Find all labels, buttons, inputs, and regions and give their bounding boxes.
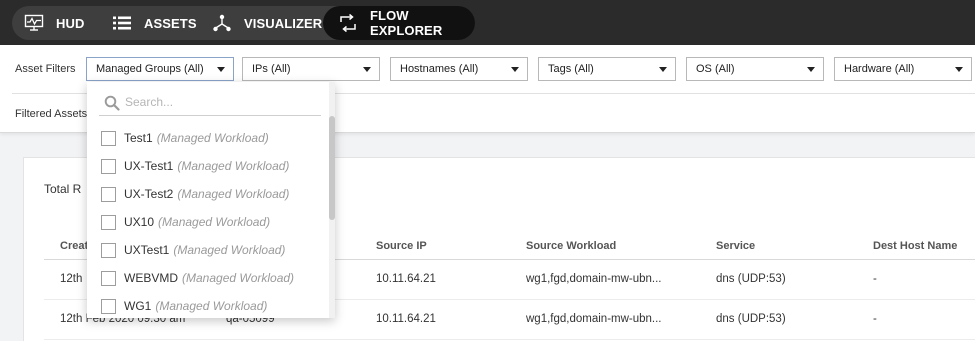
- option-type: (Managed Workload): [156, 131, 269, 145]
- tab-flow-explorer[interactable]: FLOW EXPLORER: [323, 6, 475, 40]
- caret-down-icon: [363, 67, 371, 72]
- ips-dropdown[interactable]: IPs (All): [242, 57, 380, 81]
- dropdown-search: [99, 88, 321, 116]
- dropdown-label: Tags (All): [548, 63, 594, 75]
- caret-down-icon: [955, 67, 963, 72]
- cell-service: dns (UDP:53): [716, 273, 786, 285]
- column-header-dest-host-name[interactable]: Dest Host Name: [873, 240, 957, 252]
- column-header-source-ip[interactable]: Source IP: [376, 240, 427, 252]
- option-name: UX-Test2: [124, 187, 174, 201]
- cell-created: 12th: [60, 273, 83, 285]
- asset-filters-label: Asset Filters: [15, 63, 76, 75]
- option-type: (Managed Workload): [177, 159, 290, 173]
- managed-groups-dropdown[interactable]: Managed Groups (All): [86, 57, 234, 81]
- search-icon: [104, 95, 120, 111]
- option-name: UXTest1: [124, 243, 170, 257]
- cell-dest-host: -: [873, 273, 877, 285]
- option-ux-test1[interactable]: UX-Test1 (Managed Workload): [101, 152, 321, 180]
- option-name: WEBVMD: [124, 271, 178, 285]
- cell-source-ip: 10.11.64.21: [376, 313, 436, 325]
- network-icon: [212, 13, 232, 33]
- scrollbar-thumb[interactable]: [329, 116, 335, 220]
- tab-hud[interactable]: HUD: [24, 6, 112, 40]
- flow-arrows-icon: [338, 13, 358, 33]
- os-dropdown[interactable]: OS (All): [686, 57, 824, 81]
- monitor-pulse-icon: [24, 13, 44, 33]
- caret-down-icon: [217, 67, 225, 72]
- total-records-label: Total R: [44, 182, 82, 196]
- cell-dest-host: -: [873, 313, 877, 325]
- option-type: (Managed Workload): [182, 271, 295, 285]
- option-name: UX10: [124, 215, 155, 229]
- option-type: (Managed Workload): [158, 215, 271, 229]
- dropdown-label: IPs (All): [252, 63, 291, 75]
- search-input[interactable]: [125, 92, 315, 112]
- option-wg1[interactable]: WG1 (Managed Workload): [101, 292, 321, 318]
- checkbox[interactable]: [101, 130, 116, 146]
- option-name: Test1: [124, 131, 153, 145]
- column-header-source-workload[interactable]: Source Workload: [526, 240, 616, 252]
- cell-service: dns (UDP:53): [716, 313, 786, 325]
- checkbox[interactable]: [101, 298, 116, 314]
- hardware-dropdown[interactable]: Hardware (All): [834, 57, 972, 81]
- tab-label: FLOW EXPLORER: [370, 8, 443, 38]
- column-header-created[interactable]: Creat: [60, 240, 88, 252]
- option-name: WG1: [124, 299, 152, 313]
- nav-tab-group: HUD ASSETS VISUALIZER FLOW EXPLORER: [12, 6, 475, 40]
- option-type: (Managed Workload): [173, 243, 286, 257]
- tab-label: HUD: [56, 15, 85, 31]
- caret-down-icon: [511, 67, 519, 72]
- option-uxtest1[interactable]: UXTest1 (Managed Workload): [101, 236, 321, 264]
- managed-groups-dropdown-panel: Test1 (Managed Workload) UX-Test1 (Manag…: [87, 82, 335, 318]
- tab-assets[interactable]: ASSETS: [112, 6, 207, 40]
- cell-source-workload: wg1,fgd,domain-mw-ubn...: [526, 273, 662, 285]
- filtered-assets-label: Filtered Assets: [15, 108, 88, 120]
- checkbox[interactable]: [101, 214, 116, 230]
- caret-down-icon: [807, 67, 815, 72]
- option-type: (Managed Workload): [155, 299, 268, 313]
- dropdown-label: Managed Groups (All): [96, 63, 204, 75]
- dropdown-label: Hostnames (All): [400, 63, 479, 75]
- column-header-service[interactable]: Service: [716, 240, 755, 252]
- dropdown-label: Hardware (All): [844, 63, 915, 75]
- tab-label: VISUALIZER: [244, 15, 323, 31]
- option-webvmd[interactable]: WEBVMD (Managed Workload): [101, 264, 321, 292]
- option-name: UX-Test1: [124, 159, 174, 173]
- checkbox[interactable]: [101, 270, 116, 286]
- cell-source-workload: wg1,fgd,domain-mw-ubn...: [526, 313, 662, 325]
- checkbox[interactable]: [101, 242, 116, 258]
- checkbox[interactable]: [101, 186, 116, 202]
- top-navigation-bar: HUD ASSETS VISUALIZER FLOW EXPLORER: [0, 0, 975, 45]
- option-test1[interactable]: Test1 (Managed Workload): [101, 124, 321, 152]
- option-ux10[interactable]: UX10 (Managed Workload): [101, 208, 321, 236]
- caret-down-icon: [659, 67, 667, 72]
- checkbox[interactable]: [101, 158, 116, 174]
- tab-visualizer[interactable]: VISUALIZER: [212, 6, 324, 40]
- option-ux-test2[interactable]: UX-Test2 (Managed Workload): [101, 180, 321, 208]
- dropdown-label: OS (All): [696, 63, 735, 75]
- tags-dropdown[interactable]: Tags (All): [538, 57, 676, 81]
- tab-label: ASSETS: [144, 15, 197, 31]
- hostnames-dropdown[interactable]: Hostnames (All): [390, 57, 528, 81]
- cell-source-ip: 10.11.64.21: [376, 273, 436, 285]
- list-icon: [112, 13, 132, 33]
- option-type: (Managed Workload): [177, 187, 290, 201]
